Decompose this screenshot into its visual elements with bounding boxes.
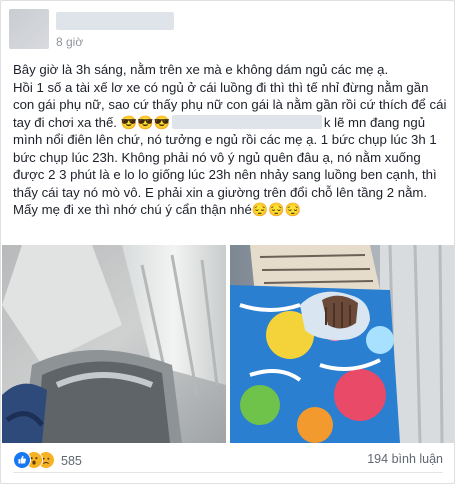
redacted-text xyxy=(171,114,322,129)
post-card: 8 giờ Bây giờ là 3h sáng, nằm trên xe mà… xyxy=(0,0,455,484)
post-header: 8 giờ xyxy=(9,9,439,53)
post-paragraph: Hồi 1 số a tài xế lơ xe có ngủ ở cái luồ… xyxy=(13,79,447,219)
photo-1[interactable] xyxy=(2,245,226,443)
post-footer: 585 194 bình luận xyxy=(13,449,443,473)
like-icon xyxy=(13,451,31,469)
reaction-count[interactable]: 585 xyxy=(61,454,82,468)
post-body: Bây giờ là 3h sáng, nằm trên xe mà e khô… xyxy=(13,61,447,219)
photo-grid xyxy=(2,245,454,443)
photo-2[interactable] xyxy=(230,245,454,443)
avatar[interactable] xyxy=(9,9,49,49)
photo-bus-curtain xyxy=(2,245,226,443)
comment-count[interactable]: 194 bình luận xyxy=(367,452,443,466)
post-timestamp[interactable]: 8 giờ xyxy=(56,35,83,49)
photo-blanket-hand xyxy=(230,245,454,443)
author-name-redacted[interactable] xyxy=(56,12,174,30)
post-paragraph: Bây giờ là 3h sáng, nằm trên xe mà e khô… xyxy=(13,62,389,77)
